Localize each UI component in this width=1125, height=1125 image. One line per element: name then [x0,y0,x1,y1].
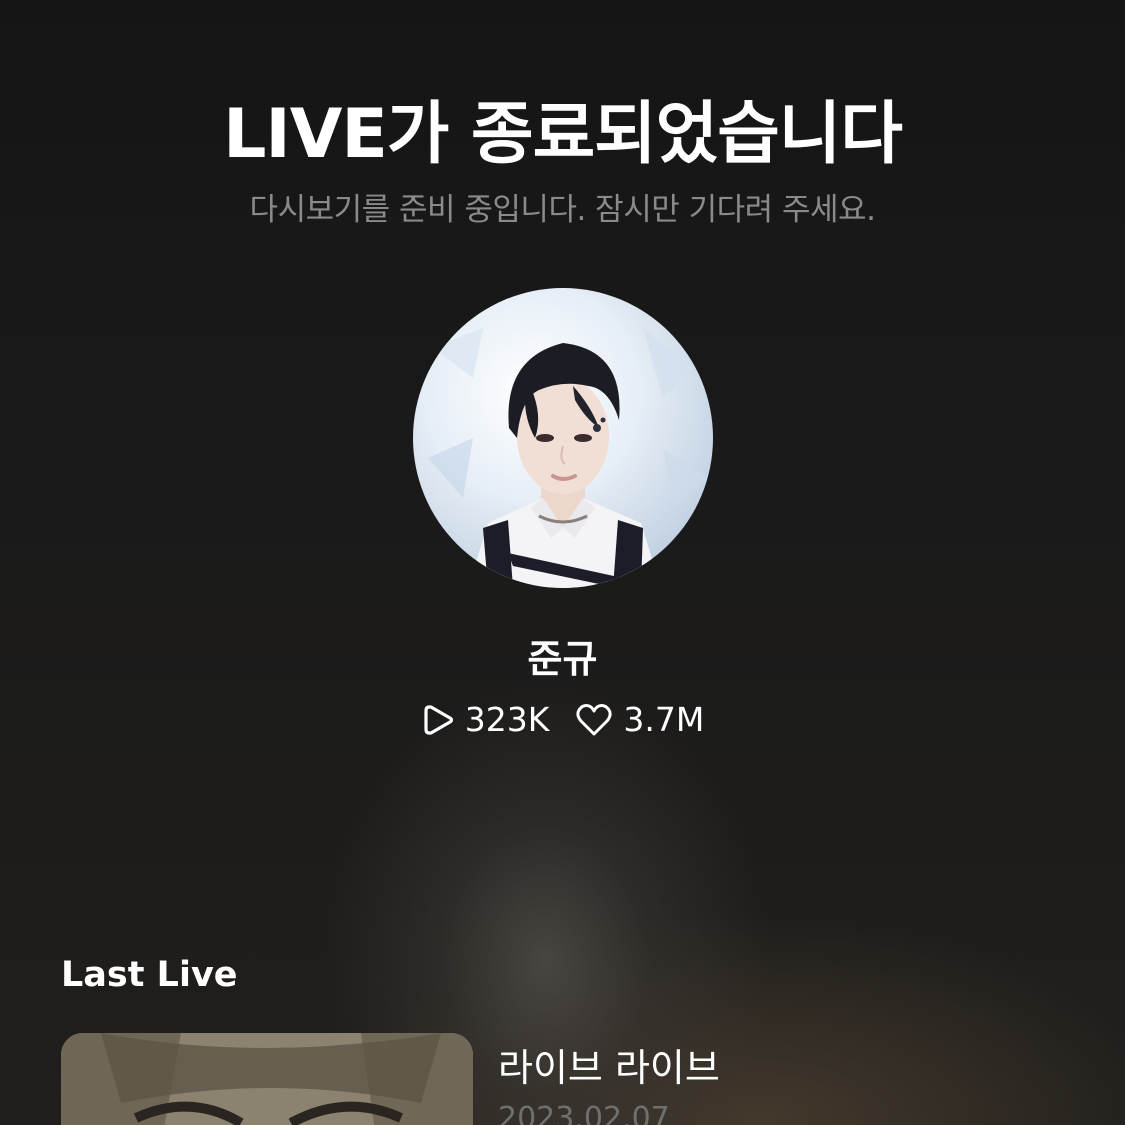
last-live-heading: Last Live [61,955,238,995]
last-live-card[interactable]: 라이브 라이브 2023.02.07 [61,1033,1065,1125]
artist-name[interactable]: 준규 [0,628,1125,683]
thumbnail-image [61,1033,473,1125]
last-live-thumbnail[interactable] [61,1033,473,1125]
last-live-date: 2023.02.07 [498,1101,670,1125]
like-count-stat: 3.7M [575,700,704,739]
artist-avatar[interactable] [413,288,713,588]
play-count-stat: 323K [421,700,550,739]
like-count: 3.7M [623,700,705,739]
page-title: LIVE가 종료되었습니다 [223,95,903,174]
heart-icon [575,703,613,737]
page-subtitle: 다시보기를 준비 중입니다. 잠시만 기다려 주세요. [249,192,876,228]
play-count: 323K [464,700,550,739]
last-live-title[interactable]: 라이브 라이브 [498,1037,720,1092]
avatar-photo [428,328,708,588]
artist-stats: 323K 3.7M [0,700,1125,739]
live-ended-screen: LIVE가 종료되었습니다 다시보기를 준비 중입니다. 잠시만 기다려 주세요… [0,0,1125,1125]
play-icon [421,702,455,738]
